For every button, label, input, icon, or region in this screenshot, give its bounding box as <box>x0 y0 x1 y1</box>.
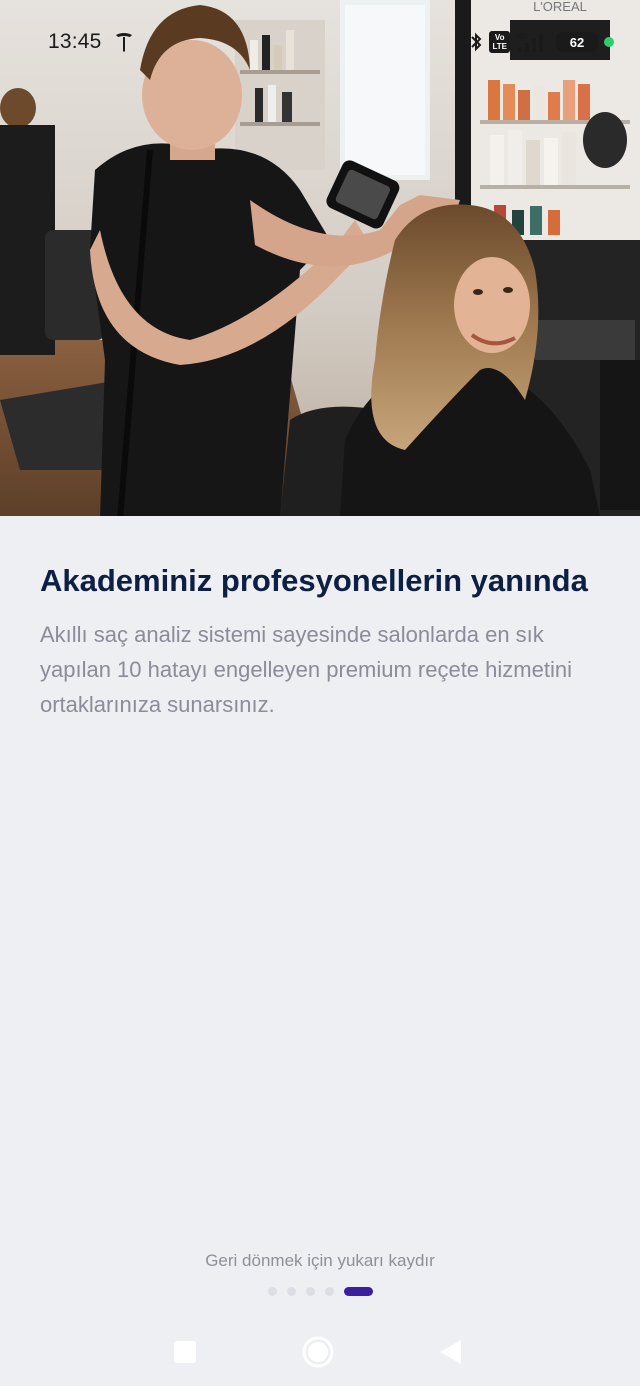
home-button[interactable] <box>300 1334 336 1370</box>
page-indicator[interactable] <box>0 1287 640 1296</box>
circle-icon <box>302 1336 334 1368</box>
back-button[interactable] <box>432 1334 468 1370</box>
page-dot-5-active[interactable] <box>343 1287 373 1296</box>
5g-signal-icon: 5G <box>516 31 550 53</box>
onboarding-description: Akıllı saç analiz sistemi sayesinde salo… <box>40 622 572 717</box>
bluetooth-icon <box>469 32 483 52</box>
status-time: 13:45 <box>48 30 102 53</box>
tesla-icon <box>116 33 132 52</box>
status-bar: 13:45 Vo LTE 5G 62 <box>0 0 640 86</box>
active-dot <box>604 37 614 47</box>
page-dot-4[interactable] <box>324 1287 334 1296</box>
square-icon <box>174 1341 196 1363</box>
onboarding-content: Akademiniz profesyonellerin yanında Akıl… <box>40 560 600 722</box>
page-dot-1[interactable] <box>267 1287 277 1296</box>
svg-text:5G: 5G <box>516 32 527 41</box>
page-dot-3[interactable] <box>305 1287 315 1296</box>
battery-icon: 62 <box>556 32 598 52</box>
onboarding-title: Akademiniz profesyonellerin yanında <box>40 563 588 598</box>
back-triangle-icon <box>440 1340 461 1364</box>
volte-icon: Vo LTE <box>489 31 510 53</box>
page-dot-2[interactable] <box>286 1287 296 1296</box>
swipe-hint: Geri dönmek için yukarı kaydır <box>205 1251 435 1270</box>
system-navigation-bar <box>0 1310 640 1386</box>
recent-apps-button[interactable] <box>167 1334 203 1370</box>
status-icons: Vo LTE 5G 62 <box>469 30 614 54</box>
